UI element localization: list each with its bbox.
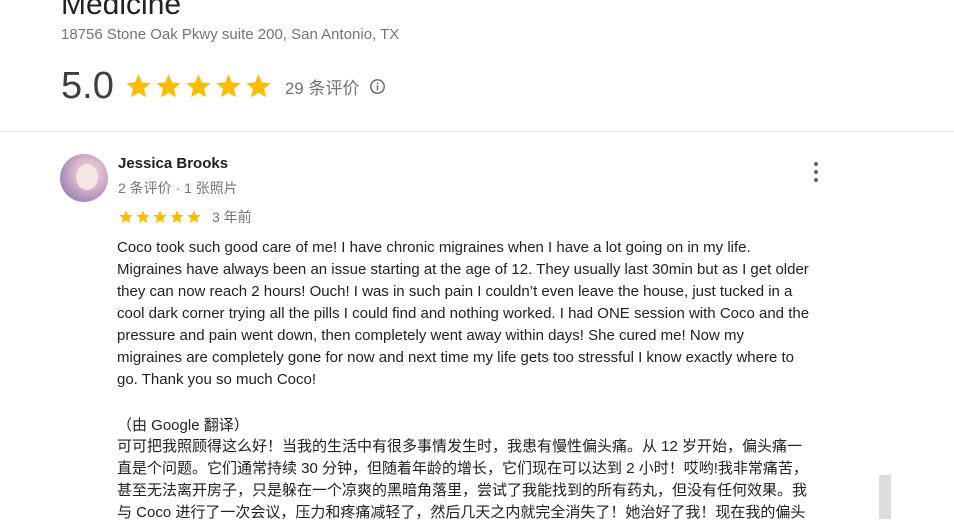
review-text: Coco took such good care of me! I have c… bbox=[117, 239, 810, 388]
star-icon bbox=[119, 210, 133, 223]
star-icon bbox=[187, 210, 201, 223]
star-icon bbox=[153, 210, 167, 223]
star-icon bbox=[126, 73, 151, 97]
section-divider bbox=[0, 131, 954, 132]
review-count-link[interactable]: 29 条评价 bbox=[285, 74, 360, 99]
scrollbar-thumb[interactable] bbox=[879, 475, 891, 519]
rating-stars bbox=[124, 72, 273, 101]
translated-by-google-label: （由 Google 翻译） bbox=[117, 417, 249, 434]
star-icon bbox=[216, 73, 241, 97]
more-vertical-icon bbox=[814, 178, 818, 182]
reviewer-name[interactable]: Jessica Brooks bbox=[118, 155, 228, 172]
info-circle-icon[interactable] bbox=[369, 78, 386, 95]
avatar[interactable] bbox=[60, 154, 108, 202]
rating-score: 5.0 bbox=[61, 65, 114, 107]
star-icon bbox=[246, 73, 271, 97]
more-options-button[interactable] bbox=[804, 158, 828, 186]
rating-summary: 5.0 29 条评价 bbox=[61, 62, 386, 110]
star-icon bbox=[156, 73, 181, 97]
star-icon bbox=[186, 73, 211, 97]
star-icon bbox=[170, 210, 184, 223]
avatar-photo bbox=[76, 164, 98, 190]
more-vertical-icon bbox=[814, 170, 818, 174]
reviewer-meta: 2 条评价 · 1 张照片 bbox=[118, 180, 238, 196]
review-date: 3 年前 bbox=[212, 209, 252, 225]
more-vertical-icon bbox=[814, 162, 818, 166]
review-stars bbox=[118, 209, 202, 225]
business-name: Medicine bbox=[61, 0, 182, 21]
translated-review-text: 可可把我照顾得这么好！当我的生活中有很多事情发生时，我患有慢性偏头痛。从 12 … bbox=[117, 438, 808, 521]
star-icon bbox=[136, 210, 150, 223]
business-address: 18756 Stone Oak Pkwy suite 200, San Anto… bbox=[61, 26, 400, 43]
review-rating: 3 年前 bbox=[118, 208, 252, 226]
